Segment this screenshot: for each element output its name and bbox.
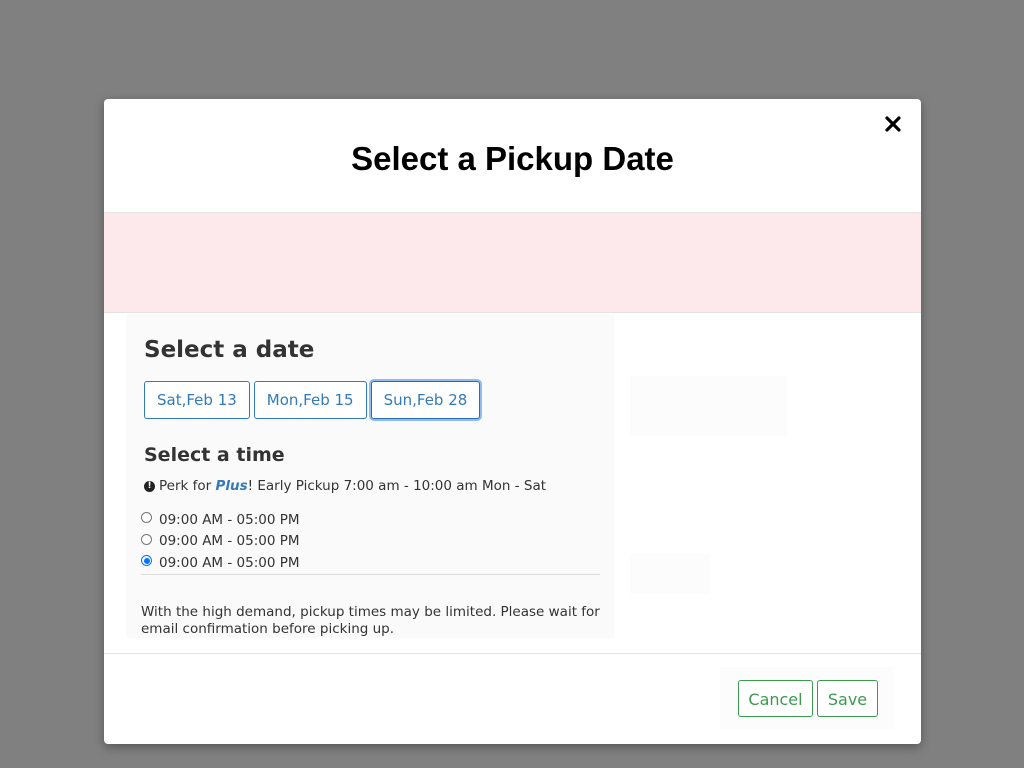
- time-option-label: 09:00 AM - 05:00 PM: [159, 511, 300, 528]
- perk-notice: ! Perk for Plus ! Early Pickup 7:00 am -…: [144, 477, 546, 495]
- modal-title: Select a Pickup Date: [351, 140, 674, 177]
- pickup-notice: With the high demand, pickup times may b…: [141, 604, 600, 637]
- pickup-date-modal: Select a Pickup Date Select a date Sat,F…: [104, 99, 921, 744]
- date-button-mon-feb-15[interactable]: Mon,Feb 15: [253, 381, 367, 419]
- select-date-heading: Select a date: [144, 337, 315, 363]
- date-options: Sat,Feb 13 Mon,Feb 15 Sun,Feb 28: [144, 381, 481, 419]
- footer-actions: Cancel Save: [720, 667, 894, 729]
- perk-plus-label: Plus: [215, 478, 248, 494]
- cancel-button[interactable]: Cancel: [738, 680, 813, 717]
- perk-prefix: Perk for: [159, 478, 216, 494]
- faint-block: [630, 554, 710, 594]
- time-option[interactable]: 09:00 AM - 05:00 PM: [141, 509, 600, 531]
- date-button-sun-feb-28[interactable]: Sun,Feb 28: [370, 381, 481, 419]
- time-options: 09:00 AM - 05:00 PM 09:00 AM - 05:00 PM …: [141, 509, 600, 575]
- select-time-heading: Select a time: [144, 444, 285, 466]
- time-radio[interactable]: [141, 512, 152, 524]
- modal-header: Select a Pickup Date: [104, 99, 921, 213]
- time-radio[interactable]: [141, 533, 152, 545]
- modal-footer: Cancel Save: [104, 653, 921, 744]
- time-radio-selected[interactable]: [141, 555, 152, 567]
- time-option[interactable]: 09:00 AM - 05:00 PM: [141, 531, 600, 553]
- close-button[interactable]: [880, 111, 906, 137]
- save-button[interactable]: Save: [817, 680, 878, 717]
- time-option[interactable]: 09:00 AM - 05:00 PM: [141, 552, 600, 574]
- info-icon: !: [144, 480, 155, 492]
- faint-block: [630, 376, 787, 436]
- alert-banner: [104, 213, 921, 313]
- close-icon: [885, 116, 901, 132]
- perk-suffix: ! Early Pickup 7:00 am - 10:00 am Mon - …: [247, 478, 547, 494]
- date-button-sat-feb-13[interactable]: Sat,Feb 13: [144, 381, 250, 419]
- time-option-label: 09:00 AM - 05:00 PM: [159, 554, 300, 571]
- time-option-label: 09:00 AM - 05:00 PM: [159, 533, 300, 550]
